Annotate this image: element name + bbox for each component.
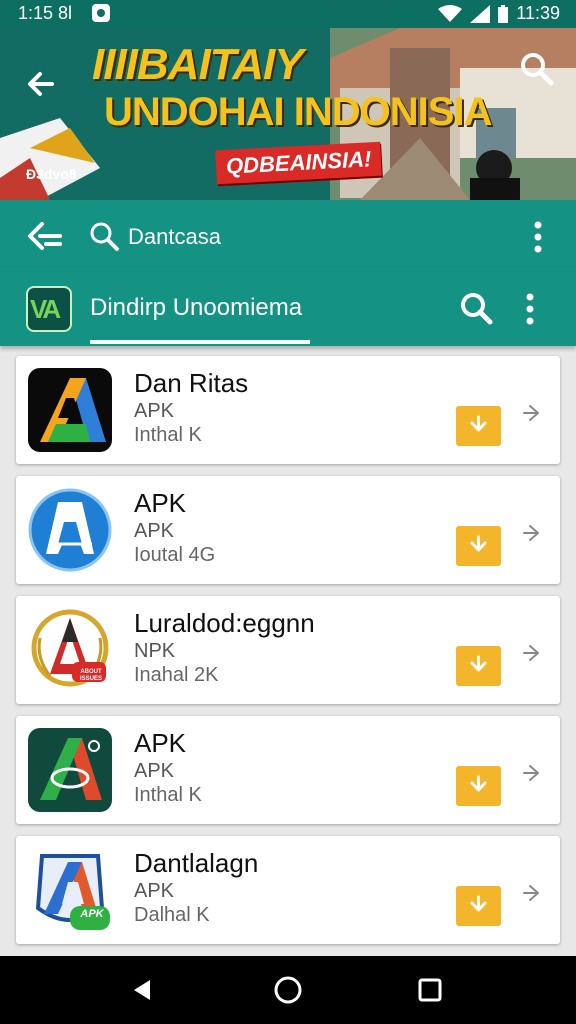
app-type: APK	[134, 760, 175, 782]
search-query-text[interactable]: Dantcasa	[128, 224, 221, 250]
battery-icon	[498, 4, 509, 23]
download-button[interactable]	[456, 526, 501, 566]
search-toolbar: Dantcasa	[0, 200, 576, 272]
system-nav-bar	[0, 956, 576, 1024]
status-bar: 1:15 8l 11:39	[0, 0, 576, 28]
app-logo: VA	[26, 286, 72, 332]
app-icon-sticker-text: ABOUT ISSUES	[79, 669, 102, 682]
download-button[interactable]	[456, 646, 501, 686]
app-meta: Ioutal 4G	[134, 544, 216, 566]
list-item[interactable]: APK APK Inthal K	[16, 716, 560, 824]
app-name: Luraldod:eggnn	[134, 608, 315, 638]
app-header: VA Dindirp Unoomiema	[0, 272, 576, 346]
chevron-right-icon[interactable]	[522, 522, 544, 544]
wifi-icon	[438, 4, 463, 22]
banner-small-text: Ð3dvo8	[26, 166, 77, 182]
list-item[interactable]: Dan Ritas APK Inthal K	[16, 356, 560, 464]
search-icon[interactable]	[88, 220, 120, 252]
header-more-icon[interactable]	[522, 292, 538, 326]
status-icons: 11:39	[438, 3, 560, 24]
list-item[interactable]: ABOUT ISSUES Luraldod:eggnn NPK Inahal 2…	[16, 596, 560, 704]
status-time-right: 11:39	[516, 3, 560, 23]
app-name: APK	[134, 488, 187, 518]
back-share-icon[interactable]	[26, 218, 64, 254]
nav-back-icon[interactable]	[126, 974, 158, 1006]
header-banner: IIIIBAITAIY UNDOHAI INDONISIA QDBEAINSIA…	[0, 28, 576, 200]
chevron-right-icon[interactable]	[522, 762, 544, 784]
more-options-icon[interactable]	[530, 220, 546, 254]
download-button[interactable]	[456, 886, 501, 926]
banner-search-icon[interactable]	[518, 50, 554, 86]
header-search-icon[interactable]	[458, 290, 494, 326]
list-item[interactable]: APK Dantlalagn APK Dalhal K	[16, 836, 560, 944]
app-logo-text: VA	[30, 294, 61, 324]
app-meta: Inthal K	[134, 784, 202, 806]
app-type: APK	[134, 400, 175, 422]
app-icon-a-colorful	[28, 368, 112, 452]
nav-home-icon[interactable]	[272, 974, 304, 1006]
app-icon-a-green	[28, 728, 112, 812]
app-name: Dantlalagn	[134, 848, 259, 878]
tab-indicator	[90, 340, 310, 344]
app-title[interactable]: Dindirp Unoomiema	[90, 294, 302, 322]
notification-icon	[92, 4, 110, 22]
app-meta: Inthal K	[134, 424, 202, 446]
status-time-left: 1:15 8l	[18, 3, 73, 23]
back-arrow-icon[interactable]	[22, 66, 58, 102]
chevron-right-icon[interactable]	[522, 642, 544, 664]
nav-recents-icon[interactable]	[414, 974, 446, 1006]
app-type: APK	[134, 880, 175, 902]
download-button[interactable]	[456, 766, 501, 806]
app-name: Dan Ritas	[134, 368, 249, 398]
app-type: NPK	[134, 640, 176, 662]
app-icon-sticker-text: APK	[80, 908, 104, 920]
download-button[interactable]	[456, 406, 501, 446]
chevron-right-icon[interactable]	[522, 882, 544, 904]
app-meta: Inahal 2K	[134, 664, 219, 686]
app-icon-a-blue-circle	[28, 488, 112, 572]
signal-icon	[470, 4, 491, 23]
app-name: APK	[134, 728, 187, 758]
app-meta: Dalhal K	[134, 904, 210, 926]
app-type: APK	[134, 520, 175, 542]
banner-title-line1: IIIIBAITAIY	[92, 40, 304, 89]
chevron-right-icon[interactable]	[522, 402, 544, 424]
banner-title-line2: UNDOHAI INDONISIA	[104, 90, 492, 134]
list-item[interactable]: APK APK Ioutal 4G	[16, 476, 560, 584]
